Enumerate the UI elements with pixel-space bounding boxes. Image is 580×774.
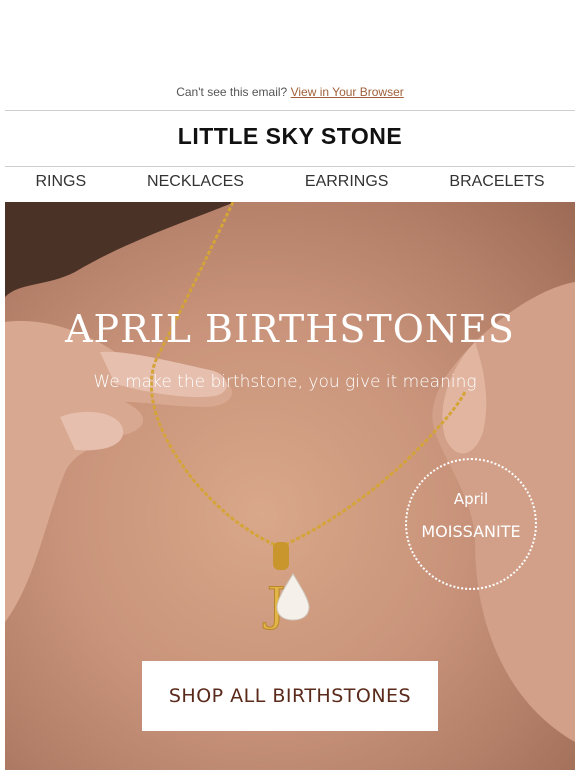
brand-logo[interactable]: LITTLE SKY STONE [0,123,580,150]
shop-all-birthstones-button[interactable]: SHOP ALL BIRTHSTONES [142,661,438,731]
right-finger-shape [442,342,487,454]
divider-bottom [5,166,575,167]
badge-month: April [453,490,489,508]
preheader: Can't see this email? View in Your Brows… [0,85,580,99]
hero-banner[interactable]: J APRIL BIRTHSTONES We make the birthsto… [5,202,575,770]
divider-top [5,110,575,111]
pendant-bail [273,542,289,570]
view-in-browser-link[interactable]: View in Your Browser [291,85,404,99]
nav-item-earrings[interactable]: EARRINGS [305,173,389,191]
nav-item-rings[interactable]: RINGS [35,173,86,191]
category-nav: RINGS NECKLACES EARRINGS BRACELETS [5,173,575,191]
nav-item-bracelets[interactable]: BRACELETS [449,173,544,191]
badge-stone: MOISSANITE [421,522,521,541]
hero-title: APRIL BIRTHSTONES [65,307,515,351]
birthstone-badge: April MOISSANITE [405,458,537,590]
hair-shape [5,202,235,297]
hero-subtitle: We make the birthstone, you give it mean… [93,372,477,392]
nav-item-necklaces[interactable]: NECKLACES [147,173,244,191]
preheader-text: Can't see this email? [176,85,288,99]
